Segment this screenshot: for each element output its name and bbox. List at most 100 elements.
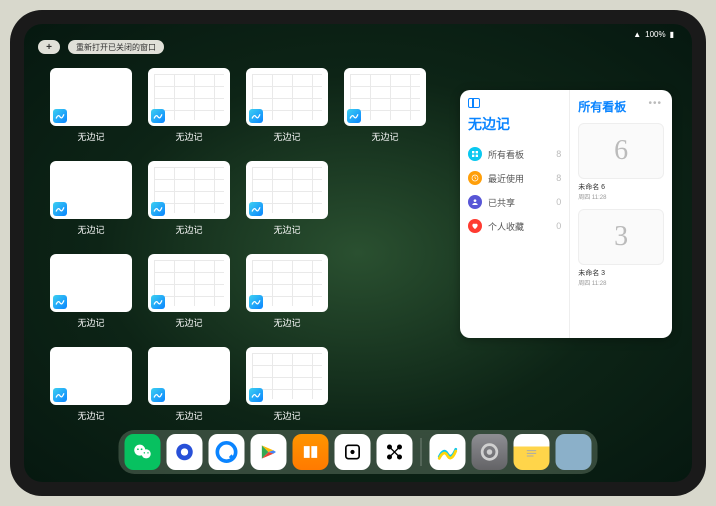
window-label: 无边记	[371, 130, 398, 143]
freeform-app-icon	[53, 295, 67, 309]
freeform-app-icon	[249, 109, 263, 123]
sidebar-item-person[interactable]: 已共享 0	[468, 190, 561, 214]
board-item[interactable]: 6未命名 6周四 11:28	[578, 123, 664, 201]
board-thumbnail: 6	[578, 123, 664, 179]
window-thumbnail	[148, 254, 230, 312]
dock-wechat-icon[interactable]	[125, 434, 161, 470]
person-icon	[468, 195, 482, 209]
panel-content: 所有看板 6未命名 6周四 11:283未命名 3周四 11:28	[570, 90, 672, 338]
screen: ▲ 100% ▮ + 重新打开已关闭的窗口 无边记无边记无边记无边记无边记无边记…	[24, 24, 692, 482]
app-window[interactable]: 无边记	[342, 68, 428, 143]
app-window[interactable]: 无边记	[48, 68, 134, 143]
dock-freeform-icon[interactable]	[430, 434, 466, 470]
app-window[interactable]: 无边记	[48, 254, 134, 329]
dock-dice-icon[interactable]	[335, 434, 371, 470]
sidebar-toggle-icon[interactable]	[468, 98, 480, 108]
window-label: 无边记	[273, 130, 300, 143]
board-name: 未命名 3	[578, 268, 664, 278]
app-window[interactable]: 无边记	[146, 347, 232, 422]
dock-play-store-icon[interactable]	[251, 434, 287, 470]
grid-icon	[468, 147, 482, 161]
dock-notes-icon[interactable]	[514, 434, 550, 470]
sidebar-item-count: 0	[556, 197, 561, 207]
app-window[interactable]: 无边记	[146, 161, 232, 236]
window-thumbnail	[50, 68, 132, 126]
wifi-icon: ▲	[633, 30, 641, 39]
status-bar: ▲ 100% ▮	[633, 30, 674, 39]
sidebar-item-heart[interactable]: 个人收藏 0	[468, 214, 561, 238]
window-label: 无边记	[175, 316, 202, 329]
freeform-app-icon	[151, 295, 165, 309]
window-label: 无边记	[175, 409, 202, 422]
app-window[interactable]: 无边记	[48, 161, 134, 236]
battery-icon: ▮	[670, 30, 674, 39]
window-label: 无边记	[273, 316, 300, 329]
window-label: 无边记	[77, 223, 104, 236]
board-name: 未命名 6	[578, 182, 664, 192]
app-window[interactable]: 无边记	[244, 254, 330, 329]
board-thumbnail: 3	[578, 209, 664, 265]
window-label: 无边记	[175, 223, 202, 236]
app-switcher-grid: 无边记无边记无边记无边记无边记无边记无边记无边记无边记无边记无边记无边记无边记	[48, 68, 428, 422]
window-label: 无边记	[273, 223, 300, 236]
window-thumbnail	[148, 347, 230, 405]
window-thumbnail	[148, 161, 230, 219]
freeform-app-icon	[151, 388, 165, 402]
app-window[interactable]: 无边记	[48, 347, 134, 422]
app-window[interactable]: 无边记	[244, 161, 330, 236]
dock-settings-icon[interactable]	[472, 434, 508, 470]
ipad-frame: ▲ 100% ▮ + 重新打开已关闭的窗口 无边记无边记无边记无边记无边记无边记…	[10, 10, 706, 496]
freeform-app-icon	[53, 202, 67, 216]
window-label: 无边记	[175, 130, 202, 143]
app-window[interactable]: 无边记	[146, 254, 232, 329]
window-label: 无边记	[77, 130, 104, 143]
app-window[interactable]: 无边记	[244, 68, 330, 143]
more-icon[interactable]: •••	[648, 98, 662, 109]
freeform-panel: ••• 无边记 所有看板8最近使用8已共享0个人收藏0 所有看板 6未命名 6周…	[460, 90, 672, 338]
window-thumbnail	[246, 68, 328, 126]
dock	[119, 430, 598, 474]
battery-label: 100%	[645, 30, 665, 39]
window-label: 无边记	[273, 409, 300, 422]
app-window[interactable]: 无边记	[244, 347, 330, 422]
dock-quark-icon[interactable]	[209, 434, 245, 470]
top-controls: + 重新打开已关闭的窗口	[38, 40, 164, 54]
window-label: 无边记	[77, 409, 104, 422]
sidebar-item-label: 所有看板	[488, 148, 524, 161]
freeform-app-icon	[249, 388, 263, 402]
window-thumbnail	[148, 68, 230, 126]
sidebar-item-clock[interactable]: 最近使用8	[468, 166, 561, 190]
freeform-app-icon	[151, 109, 165, 123]
window-thumbnail	[50, 161, 132, 219]
reopen-closed-button[interactable]: 重新打开已关闭的窗口	[68, 40, 164, 54]
dock-recent-apps-icon[interactable]	[556, 434, 592, 470]
window-thumbnail	[246, 161, 328, 219]
window-thumbnail	[246, 254, 328, 312]
dock-books-icon[interactable]	[293, 434, 329, 470]
window-label: 无边记	[77, 316, 104, 329]
sidebar-item-grid[interactable]: 所有看板 8	[468, 142, 561, 166]
freeform-app-icon	[249, 295, 263, 309]
freeform-app-icon	[347, 109, 361, 123]
sidebar-item-label: 已共享	[488, 196, 515, 209]
app-window[interactable]: 无边记	[146, 68, 232, 143]
dock-quark-hd-icon[interactable]	[167, 434, 203, 470]
freeform-app-icon	[53, 109, 67, 123]
freeform-app-icon	[53, 388, 67, 402]
panel-sidebar: 无边记 所有看板8最近使用8已共享0个人收藏0	[460, 90, 570, 338]
board-date: 周四 11:28	[578, 278, 664, 287]
freeform-app-icon	[151, 202, 165, 216]
sidebar-item-label: 个人收藏	[488, 220, 524, 233]
window-thumbnail	[344, 68, 426, 126]
sidebar-item-count: 8	[556, 149, 561, 159]
sidebar-item-count: 8	[556, 173, 561, 183]
new-window-button[interactable]: +	[38, 40, 60, 54]
clock-icon	[468, 171, 482, 185]
heart-icon	[468, 219, 482, 233]
window-thumbnail	[50, 347, 132, 405]
dock-graph-icon[interactable]	[377, 434, 413, 470]
sidebar-item-count: 0	[556, 221, 561, 231]
panel-title: 无边记	[468, 114, 561, 134]
window-thumbnail	[246, 347, 328, 405]
board-item[interactable]: 3 未命名 3周四 11:28	[578, 209, 664, 287]
